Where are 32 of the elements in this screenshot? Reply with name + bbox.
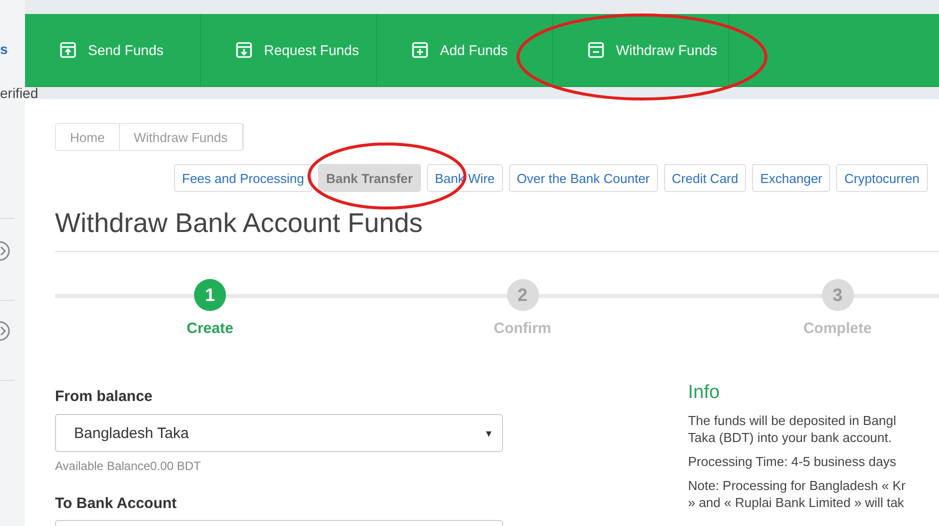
nav-tab[interactable]: Request Funds <box>201 14 377 86</box>
method-tab[interactable]: Cryptocurren <box>836 164 928 192</box>
step-number: 2 <box>506 279 538 311</box>
breadcrumb-link[interactable]: Withdraw Funds <box>120 124 243 150</box>
box-minus-icon <box>588 42 604 58</box>
info-paragraph: Note: Processing for Bangladesh « Kr » and « Ruplai Bank Limited » will tak <box>688 477 906 511</box>
breadcrumb-link[interactable]: Home <box>56 124 120 150</box>
method-tab[interactable]: Over the Bank Counter <box>508 164 658 192</box>
step-label: Complete <box>803 320 872 337</box>
balance-select[interactable]: Bangladesh Taka ▾ <box>55 414 503 452</box>
nav-tab[interactable]: Send Funds <box>25 14 201 86</box>
info-paragraph: The funds will be deposited in Bangl Taka (BDT) into your bank account. <box>688 412 898 446</box>
verified-status: erified <box>0 85 38 101</box>
nav-tab[interactable]: Add Funds <box>377 14 553 86</box>
info-paragraph: Processing Time: 4-5 business days <box>688 453 898 470</box>
step-label: Create <box>186 320 234 337</box>
method-tab[interactable]: Bank Transfer <box>318 164 421 192</box>
help-text: Available Balance0.00 BDT <box>55 459 202 473</box>
method-tab[interactable]: Bank Wire <box>426 164 503 192</box>
field-label: To Bank Account <box>55 495 178 512</box>
step-number: 3 <box>822 279 854 311</box>
box-plus-icon <box>412 42 428 58</box>
caret-icon: ▾ <box>486 426 492 440</box>
page-title: Withdraw Bank Account Funds <box>55 208 939 252</box>
sidebar-link[interactable]: s <box>0 41 8 57</box>
step-label: Confirm <box>494 320 552 337</box>
step-number: 1 <box>194 279 226 311</box>
field-label: From balance <box>55 388 154 405</box>
method-tab[interactable]: Credit Card <box>664 164 746 192</box>
info-heading: Info <box>688 382 721 404</box>
method-tab[interactable]: Exchanger <box>752 164 830 192</box>
method-tab[interactable]: Fees and Processing <box>174 164 312 192</box>
